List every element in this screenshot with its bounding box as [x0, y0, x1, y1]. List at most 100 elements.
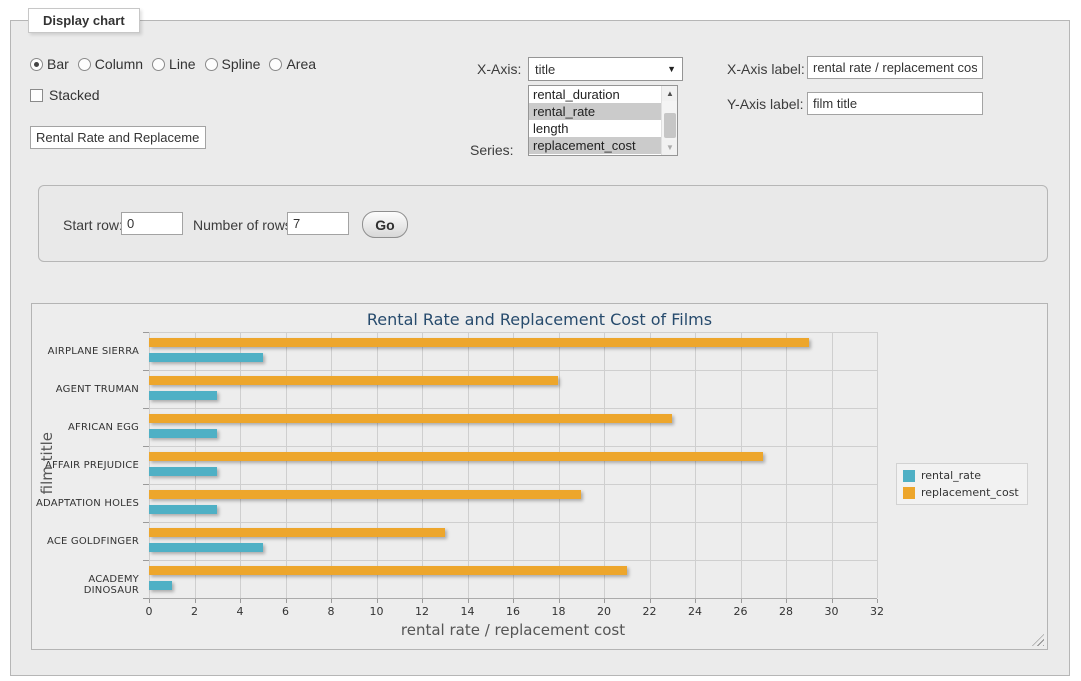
x-axis-tick: [559, 599, 560, 603]
scrollbar-thumb[interactable]: [664, 113, 676, 138]
bar-replacement_cost: [149, 338, 809, 347]
legend-item-rental_rate[interactable]: rental_rate: [903, 469, 1019, 482]
chart-type-label: Bar: [47, 56, 69, 72]
bar-replacement_cost: [149, 414, 672, 423]
chart-type-option-bar[interactable]: Bar: [30, 56, 69, 72]
category-label: AGENT TRUMAN: [32, 384, 139, 395]
num-rows-input[interactable]: [287, 212, 349, 235]
radio-icon[interactable]: [269, 58, 282, 71]
scroll-up-icon[interactable]: ▲: [662, 86, 678, 101]
series-scrollbar[interactable]: ▲ ▼: [661, 86, 677, 155]
category-label: ADAPTATION HOLES: [32, 498, 139, 509]
legend-label: replacement_cost: [921, 486, 1019, 499]
radio-icon[interactable]: [30, 58, 43, 71]
gridline-horizontal: [149, 370, 877, 371]
x-axis-tick: [650, 599, 651, 603]
bar-replacement_cost: [149, 566, 627, 575]
chart-type-option-column[interactable]: Column: [78, 56, 143, 72]
stacked-checkbox-row[interactable]: Stacked: [30, 87, 100, 103]
page: Display chart Bar Column Line Spline Area St…: [0, 0, 1081, 681]
gridline-vertical: [877, 332, 878, 598]
gridline-horizontal: [149, 332, 877, 333]
x-tick-label: 0: [134, 605, 164, 618]
bar-rental_rate: [149, 581, 172, 590]
gridline-horizontal: [149, 484, 877, 485]
rows-panel: [38, 185, 1048, 262]
gridline-vertical: [559, 332, 560, 598]
x-axis-tick: [331, 599, 332, 603]
x-axis-tick: [286, 599, 287, 603]
gridline-vertical: [195, 332, 196, 598]
chart-title-input[interactable]: [30, 126, 206, 149]
y-axis-tick: [143, 332, 149, 333]
y-axis-tick: [143, 522, 149, 523]
chart-type-label: Line: [169, 56, 195, 72]
chart-container: Rental Rate and Replacement Cost of Film…: [31, 303, 1048, 650]
y-axis-label-input[interactable]: [807, 92, 983, 115]
gridline-horizontal: [149, 446, 877, 447]
legend-item-replacement_cost[interactable]: replacement_cost: [903, 486, 1019, 499]
x-axis-select[interactable]: title ▼: [528, 57, 683, 81]
y-axis-tick: [143, 446, 149, 447]
category-label: ACE GOLDFINGER: [32, 536, 139, 547]
series-option-length[interactable]: length: [529, 120, 661, 137]
chart-type-option-spline[interactable]: Spline: [205, 56, 261, 72]
fieldset-legend: Display chart: [28, 8, 140, 33]
gridline-vertical: [650, 332, 651, 598]
series-option-rental_rate[interactable]: rental_rate: [529, 103, 661, 120]
x-tick-label: 18: [544, 605, 574, 618]
x-axis-title: rental rate / replacement cost: [149, 621, 877, 639]
gridline-vertical: [786, 332, 787, 598]
x-axis-select-value: title: [535, 62, 667, 77]
plot-area: [149, 332, 877, 598]
stacked-label: Stacked: [49, 87, 100, 103]
legend-swatch-icon: [903, 487, 915, 499]
start-row-input[interactable]: [121, 212, 183, 235]
x-axis-tick: [604, 599, 605, 603]
x-axis-tick: [741, 599, 742, 603]
gridline-vertical: [331, 332, 332, 598]
y-axis-tick: [143, 484, 149, 485]
chart-type-label: Area: [286, 56, 316, 72]
resize-handle-icon[interactable]: [1032, 634, 1044, 646]
chart-type-label: Column: [95, 56, 143, 72]
chart-type-option-line[interactable]: Line: [152, 56, 195, 72]
go-button[interactable]: Go: [362, 211, 408, 238]
x-tick-label: 22: [635, 605, 665, 618]
x-axis-tick: [877, 599, 878, 603]
radio-icon[interactable]: [205, 58, 218, 71]
radio-icon[interactable]: [152, 58, 165, 71]
gridline-vertical: [286, 332, 287, 598]
gridline-vertical: [422, 332, 423, 598]
x-axis-label-field-label: X-Axis label:: [727, 61, 805, 77]
series-option-replacement_cost[interactable]: replacement_cost: [529, 137, 661, 154]
series-multiselect[interactable]: rental_durationrental_ratelengthreplacem…: [528, 85, 678, 156]
x-axis-tick: [195, 599, 196, 603]
bar-replacement_cost: [149, 376, 558, 385]
radio-icon[interactable]: [78, 58, 91, 71]
x-tick-label: 14: [453, 605, 483, 618]
series-options: rental_durationrental_ratelengthreplacem…: [529, 86, 661, 155]
start-row-label: Start row:: [63, 217, 123, 233]
scroll-down-icon[interactable]: ▼: [662, 140, 678, 155]
bar-rental_rate: [149, 505, 217, 514]
gridline-vertical: [468, 332, 469, 598]
x-tick-label: 8: [316, 605, 346, 618]
stacked-checkbox[interactable]: [30, 89, 43, 102]
num-rows-label: Number of rows:: [193, 217, 296, 233]
x-tick-label: 4: [225, 605, 255, 618]
legend-swatch-icon: [903, 470, 915, 482]
bar-rental_rate: [149, 543, 263, 552]
x-axis-tick: [149, 599, 150, 603]
x-tick-label: 12: [407, 605, 437, 618]
series-option-rental_duration[interactable]: rental_duration: [529, 86, 661, 103]
category-label: AIRPLANE SIERRA: [32, 346, 139, 357]
y-axis-tick: [143, 370, 149, 371]
x-tick-label: 16: [498, 605, 528, 618]
gridline-vertical: [741, 332, 742, 598]
x-axis-select-label: X-Axis:: [477, 61, 521, 77]
chart-type-option-area[interactable]: Area: [269, 56, 316, 72]
gridline-horizontal: [149, 522, 877, 523]
chart-title: Rental Rate and Replacement Cost of Film…: [32, 310, 1047, 329]
x-axis-label-input[interactable]: [807, 56, 983, 79]
